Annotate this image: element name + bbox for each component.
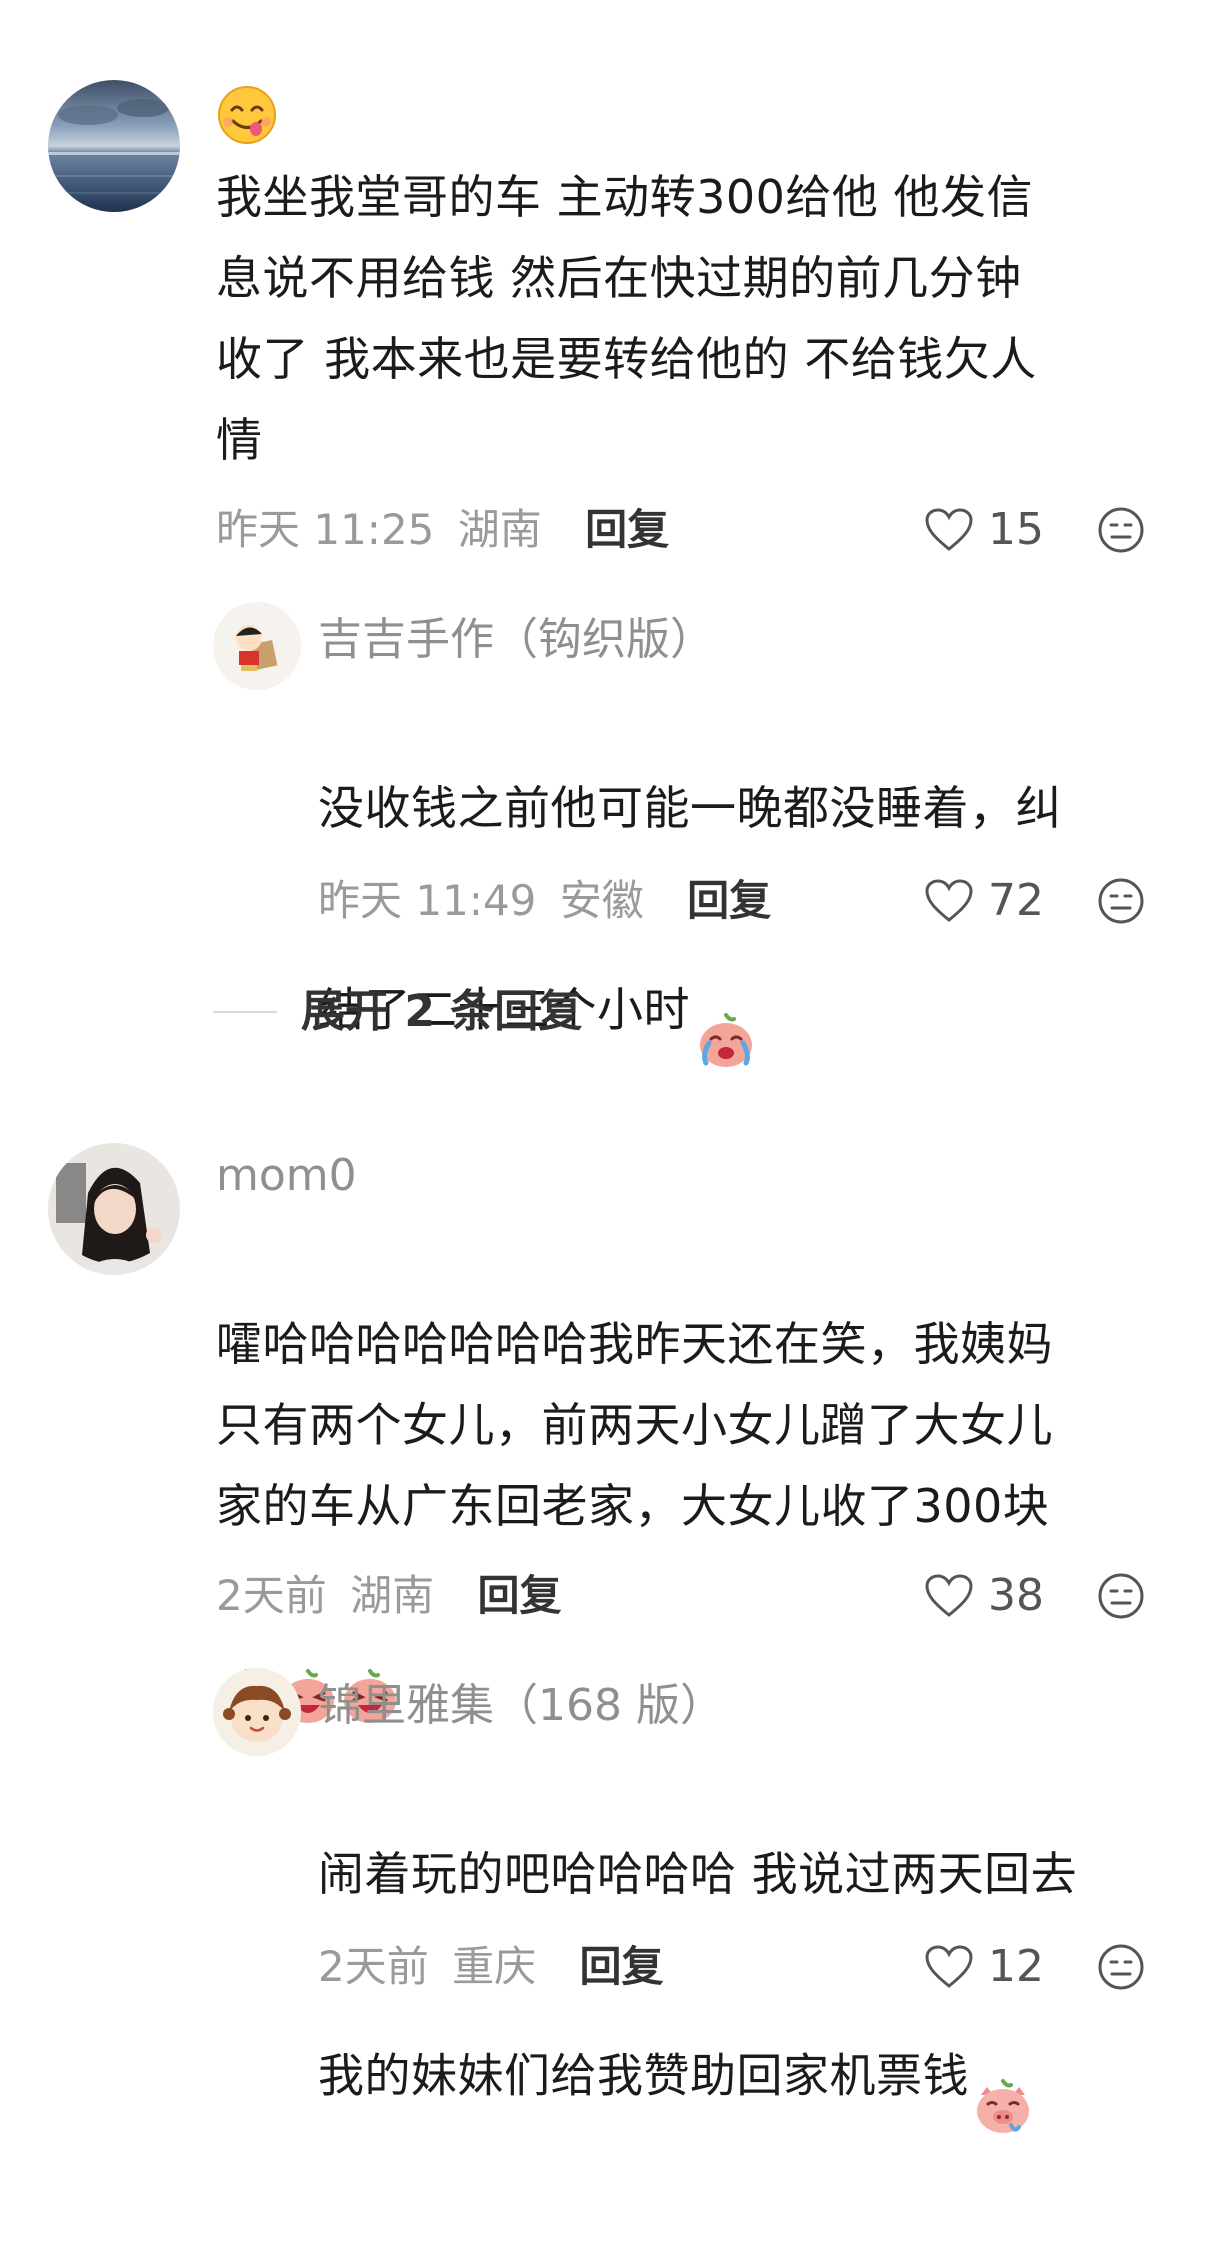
reply-location: 安徽 xyxy=(559,876,644,925)
crying-peach-emoji xyxy=(696,930,756,1096)
reply-text-line: 没收钱之前他可能一晚都没睡着，纠 xyxy=(318,781,1062,835)
reply-button[interactable]: 回复 xyxy=(687,876,771,925)
dislike-icon[interactable] xyxy=(1097,877,1145,929)
divider xyxy=(213,1011,277,1013)
dislike-icon[interactable] xyxy=(1097,506,1145,558)
heart-icon xyxy=(925,1574,973,1617)
reply-button[interactable]: 回复 xyxy=(579,1942,663,1991)
like-button[interactable]: 38 xyxy=(924,1568,1044,1624)
reply-meta: 2天前 重庆 回复 xyxy=(318,1939,663,1995)
like-count: 15 xyxy=(988,504,1044,555)
reply-time: 2天前 xyxy=(318,1942,429,1991)
comment-time: 2天前 xyxy=(216,1571,327,1620)
reply-meta: 昨天 11:49 安徽 回复 xyxy=(318,873,771,929)
heart-icon xyxy=(925,1945,973,1988)
reply-text-segment: 我的妹妹们给我赞助回家机票钱 xyxy=(318,2048,969,2103)
reply-text-line: 我的妹妹们给我赞助回家机票钱 xyxy=(318,1996,1198,2162)
dislike-icon[interactable] xyxy=(1097,1572,1145,1624)
reply-avatar[interactable] xyxy=(213,602,301,690)
expand-replies-label: 展开 2 条回复 xyxy=(301,986,583,1037)
dislike-icon[interactable] xyxy=(1097,1943,1145,1995)
reply-time: 昨天 11:49 xyxy=(318,876,537,925)
reply-username[interactable]: 吉吉手作（钩织版） xyxy=(318,610,714,670)
comment-meta: 2天前 湖南 回复 xyxy=(216,1568,561,1624)
comment-location: 湖南 xyxy=(457,505,542,554)
avatar[interactable] xyxy=(48,80,180,212)
comment-text: 我坐我堂哥的车 主动转300给他 他发信 息说不用给钱 然后在快过期的前几分钟 … xyxy=(216,170,1037,467)
comment-username[interactable]: mom0 xyxy=(216,1146,357,1206)
comment-location: 湖南 xyxy=(350,1571,435,1620)
reply-text: 闹着玩的吧哈哈哈哈 我说过两天回去 我的妹妹们给我赞助回家机票钱 xyxy=(318,1753,1198,2243)
yummy-face-emoji xyxy=(216,84,278,150)
expand-replies-button[interactable]: 展开 2 条回复 xyxy=(213,984,582,1040)
like-count: 72 xyxy=(988,875,1044,926)
like-count: 12 xyxy=(988,1941,1044,1992)
reply-avatar[interactable] xyxy=(213,1668,301,1756)
heart-icon xyxy=(925,508,973,551)
reply-text-line: 闹着玩的吧哈哈哈哈 我说过两天回去 xyxy=(318,1847,1078,1901)
reply-button[interactable]: 回复 xyxy=(585,505,669,554)
like-button[interactable]: 15 xyxy=(924,502,1044,558)
comment-time: 昨天 11:25 xyxy=(216,505,435,554)
like-count: 38 xyxy=(988,1570,1044,1621)
avatar[interactable] xyxy=(48,1143,180,1275)
comment-text-body: 嚯哈哈哈哈哈哈哈我昨天还在笑，我姨妈 只有两个女儿，前两天小女儿蹭了大女儿 家的… xyxy=(216,1317,1053,1533)
reply-location: 重庆 xyxy=(452,1942,537,1991)
comment-meta: 昨天 11:25 湖南 回复 xyxy=(216,502,669,558)
like-button[interactable]: 72 xyxy=(924,873,1044,929)
heart-icon xyxy=(925,879,973,922)
reply-username[interactable]: 锦里雅集（168 版） xyxy=(318,1676,724,1736)
like-button[interactable]: 12 xyxy=(924,1939,1044,1995)
reply-button[interactable]: 回复 xyxy=(477,1571,561,1620)
pig-emoji xyxy=(973,1996,1033,2162)
reply-text: 没收钱之前他可能一晚都没睡着，纠 结了二十三个小时 xyxy=(318,687,1178,1177)
